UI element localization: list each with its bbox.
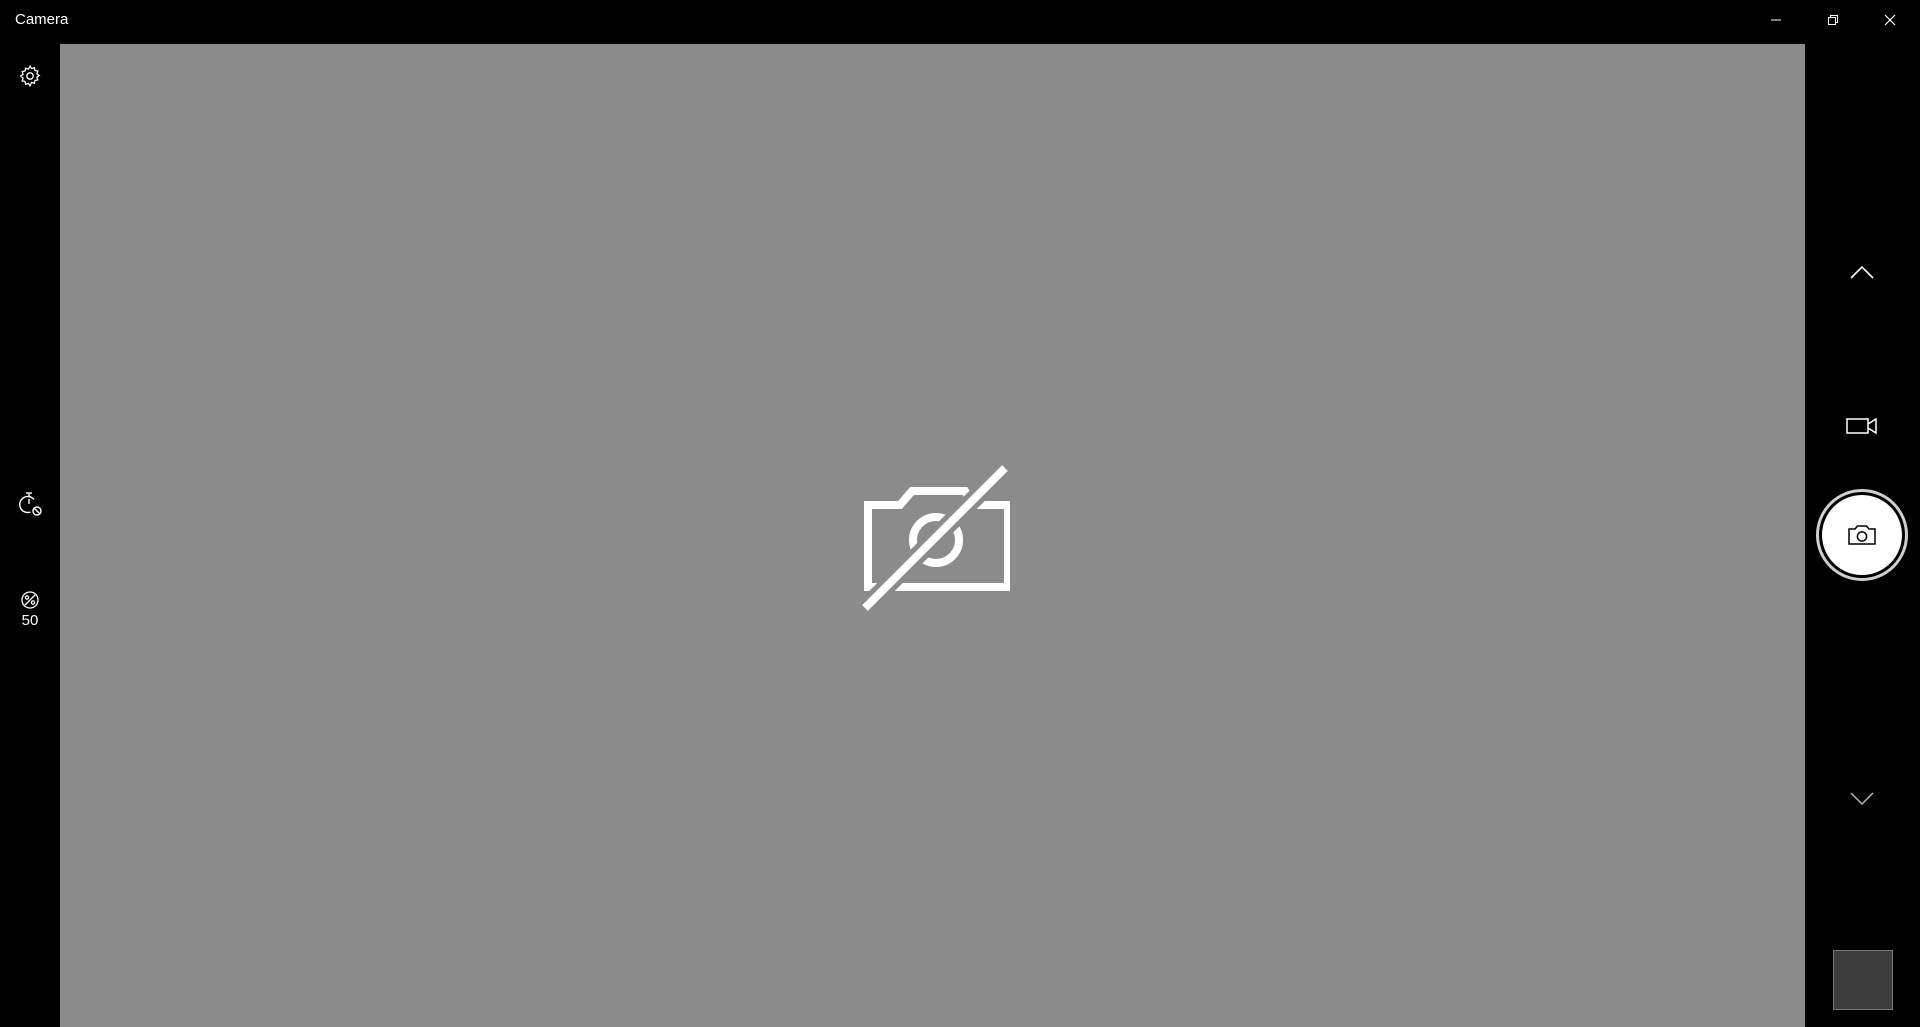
- left-toolbar: 50: [0, 44, 60, 1027]
- take-photo-button[interactable]: [1816, 489, 1908, 581]
- close-icon: [1884, 14, 1896, 26]
- window-title: Camera: [15, 11, 69, 28]
- close-button[interactable]: [1862, 0, 1918, 40]
- minimize-icon: [1771, 19, 1781, 21]
- brightness-value: 50: [21, 611, 39, 629]
- photo-timer-button[interactable]: [8, 482, 52, 526]
- camera-disabled-icon: [860, 465, 1010, 615]
- last-capture-thumbnail[interactable]: [1833, 950, 1893, 1010]
- video-camera-icon: [1846, 417, 1877, 435]
- restore-button[interactable]: [1805, 0, 1861, 40]
- shutter-face: [1822, 495, 1902, 575]
- timer-off-icon: [19, 492, 42, 516]
- camera-icon: [1848, 525, 1876, 545]
- scroll-up-button[interactable]: [1830, 252, 1894, 292]
- scroll-down-button[interactable]: [1830, 778, 1894, 818]
- gear-icon: [19, 64, 41, 88]
- camera-viewfinder: [60, 44, 1805, 1027]
- title-bar: Camera: [0, 0, 1920, 40]
- chevron-down-icon: [1850, 792, 1874, 805]
- brightness-button[interactable]: 50: [8, 584, 52, 634]
- video-mode-button[interactable]: [1830, 406, 1894, 446]
- settings-button[interactable]: [8, 54, 52, 98]
- minimize-button[interactable]: [1748, 0, 1804, 40]
- chevron-up-icon: [1850, 265, 1874, 279]
- restore-icon: [1828, 15, 1838, 25]
- camera-app-window: Camera 50: [0, 0, 1920, 1027]
- brightness-icon: [21, 590, 39, 609]
